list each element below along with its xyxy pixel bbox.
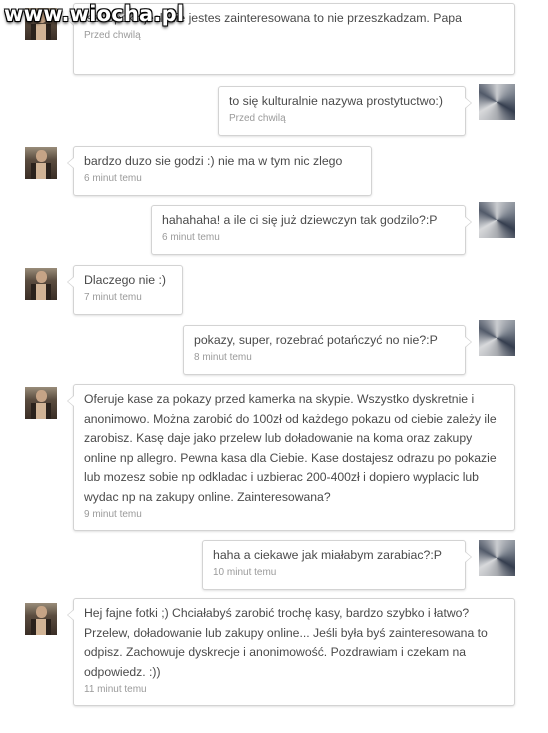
message-text: Dlaczego nie :)	[84, 273, 167, 287]
message-time: Przed chwilą	[229, 113, 286, 124]
message-time: 7 minut temu	[84, 292, 142, 303]
message-text: Oferuje kase za pokazy przed kamerka na …	[84, 392, 497, 504]
message-time: 6 minut temu	[162, 232, 220, 243]
message-text: bardzo duzo sie godzi :) nie ma w tym ni…	[84, 154, 343, 168]
message-text: hahahaha! a ile ci się już dziewczyn tak…	[162, 213, 438, 227]
recipient-avatar[interactable]	[479, 320, 515, 356]
message-bubble: Oferuje kase za pokazy przed kamerka na …	[67, 384, 515, 531]
message-text: Hej fajne fotki ;) Chciałabyś zarobić tr…	[84, 606, 488, 679]
sender-avatar[interactable]	[25, 387, 57, 419]
message-time: Przed chwilą	[84, 30, 141, 41]
message-bubble: haha a ciekawe jak miałabym zarabiac?:P …	[202, 540, 472, 590]
sender-avatar[interactable]	[25, 603, 57, 635]
message-bubble: Hej fajne fotki ;) Chciałabyś zarobić tr…	[67, 598, 515, 706]
message-time: 10 minut temu	[213, 567, 277, 578]
message-text: to się kulturalnie nazywa prostytuctwo:)	[229, 94, 443, 108]
message-bubble: hahahaha! a ile ci się już dziewczyn tak…	[151, 205, 472, 255]
message-bubble: pokazy, super, rozebrać potańczyć no nie…	[183, 325, 472, 375]
recipient-avatar[interactable]	[479, 540, 515, 576]
message-time: 9 minut temu	[84, 509, 142, 520]
message-time: 6 minut temu	[84, 173, 142, 184]
watermark-logo: www.wiocha.pl	[4, 2, 185, 26]
sender-avatar[interactable]	[25, 147, 57, 179]
message-bubble: bardzo duzo sie godzi :) nie ma w tym ni…	[67, 146, 372, 196]
recipient-avatar[interactable]	[479, 84, 515, 120]
message-bubble: to się kulturalnie nazywa prostytuctwo:)…	[218, 86, 472, 136]
message-bubble: Dlaczego nie :) 7 minut temu	[67, 265, 183, 315]
recipient-avatar[interactable]	[479, 202, 515, 238]
message-text: haha a ciekawe jak miałabym zarabiac?:P	[213, 548, 442, 562]
message-text: pokazy, super, rozebrać potańczyć no nie…	[194, 333, 438, 347]
sender-avatar[interactable]	[25, 268, 57, 300]
message-time: 11 minut temu	[84, 684, 147, 695]
message-time: 8 minut temu	[194, 352, 252, 363]
